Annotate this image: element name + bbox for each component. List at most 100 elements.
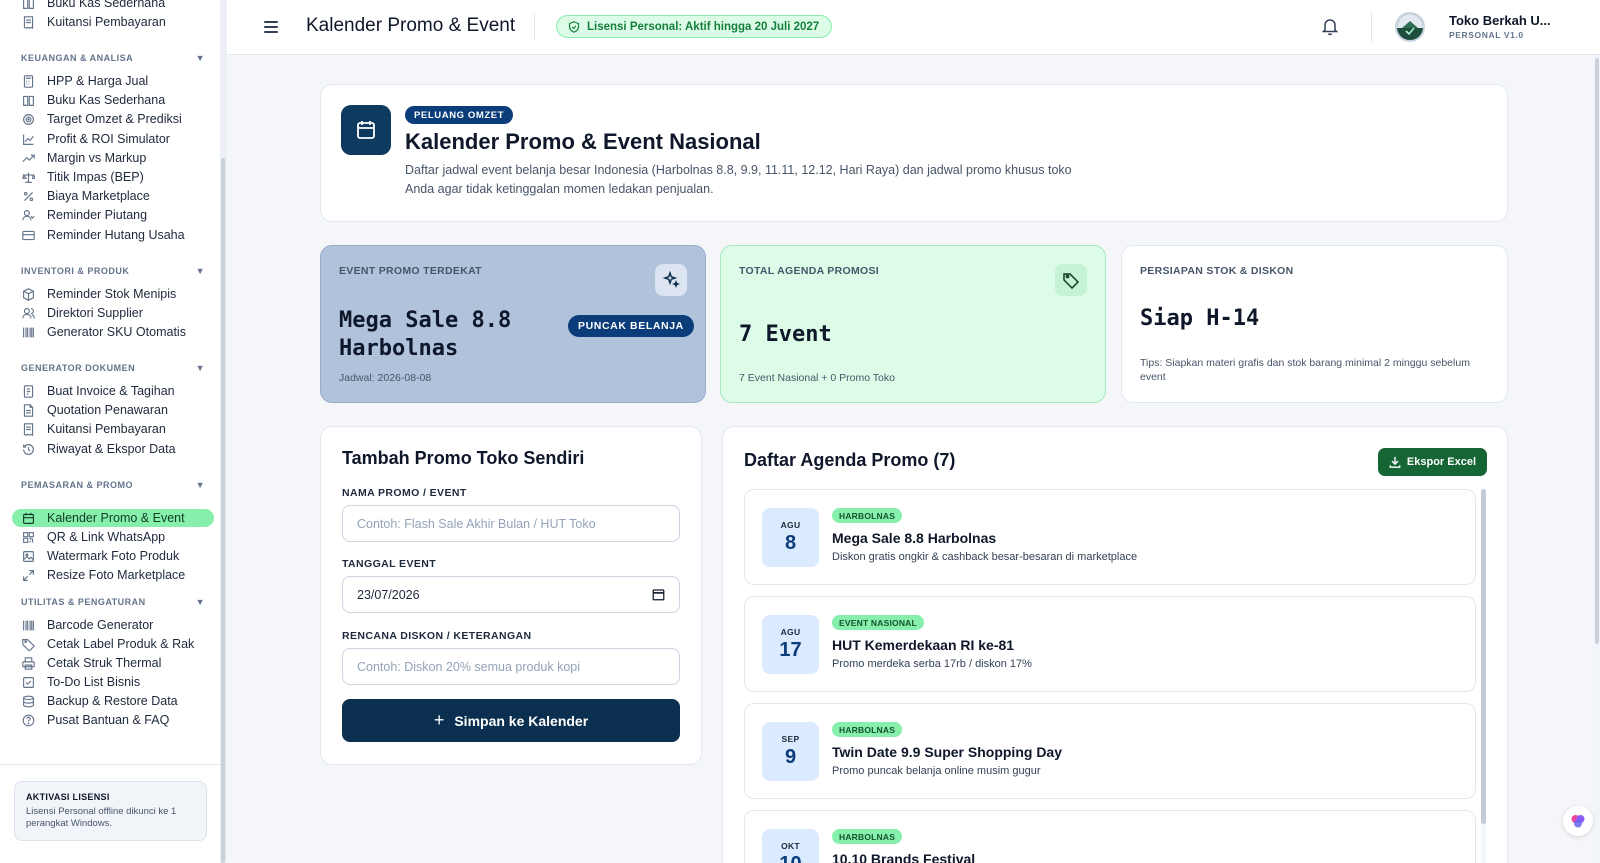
sidebar-item-hutang[interactable]: Reminder Hutang Usaha: [12, 226, 214, 244]
sidebar-item-supplier[interactable]: Direktori Supplier: [12, 304, 214, 322]
page-scrollbar-thumb[interactable]: [1595, 58, 1599, 644]
agenda-title: HUT Kemerdekaan RI ke-81: [832, 637, 1015, 653]
sidebar-item-barcode[interactable]: Barcode Generator: [12, 616, 214, 634]
sidebar-item-hpp[interactable]: HPP & Harga Jual: [12, 72, 214, 90]
agenda-title: 10.10 Brands Festival: [832, 851, 976, 863]
menu-icon[interactable]: [262, 18, 280, 36]
hero-description: Daftar jadwal event belanja besar Indone…: [405, 163, 1072, 196]
sidebar-divider: [0, 764, 220, 765]
topbar: Kalender Promo & Event Lisensi Personal:…: [227, 0, 1600, 55]
sidebar-item-kalender-promo[interactable]: Kalender Promo & Event: [12, 509, 214, 527]
agenda-list[interactable]: AGU 8 HARBOLNAS Mega Sale 8.8 Harbolnas …: [744, 489, 1479, 863]
tag-icon: [1055, 264, 1087, 296]
agenda-title: Twin Date 9.9 Super Shopping Day: [832, 744, 1062, 760]
agenda-desc: Promo merdeka serba 17rb / diskon 17%: [832, 658, 1032, 670]
calendar-picker-icon[interactable]: [652, 588, 665, 601]
sidebar-item-label: Kuitansi Pembayaran: [47, 15, 166, 29]
sidebar-item-sku[interactable]: Generator SKU Otomatis: [12, 323, 214, 341]
sidebar-item-qr-whatsapp[interactable]: QR & Link WhatsApp: [12, 528, 214, 546]
save-to-calendar-button[interactable]: + Simpan ke Kalender: [342, 699, 680, 742]
sidebar-item-label-rak[interactable]: Cetak Label Produk & Rak: [12, 635, 214, 653]
sidebar-item-resize[interactable]: Resize Foto Marketplace: [12, 566, 214, 584]
chart-line-icon: [22, 133, 35, 146]
book-icon: [22, 94, 35, 107]
sidebar-item-backup[interactable]: Backup & Restore Data: [12, 692, 214, 710]
sidebar-item-struk[interactable]: Cetak Struk Thermal: [12, 654, 214, 672]
user-version: PERSONAL V1.0: [1449, 30, 1524, 40]
box-icon: [22, 287, 35, 301]
agenda-title: Mega Sale 8.8 Harbolnas: [832, 530, 997, 546]
sidebar-item-buku-kas-top[interactable]: Buku Kas Sederhana: [12, 0, 214, 12]
sidebar-item-profit-roi[interactable]: Profit & ROI Simulator: [12, 130, 214, 148]
license-activation-box[interactable]: AKTIVASI LISENSI Lisensi Personal offlin…: [14, 781, 207, 841]
avatar[interactable]: [1395, 12, 1425, 42]
checkbox-icon: [22, 676, 35, 689]
sidebar-item-bantuan[interactable]: Pusat Bantuan & FAQ: [12, 711, 214, 729]
sidebar-item-label: Buku Kas Sederhana: [47, 0, 166, 10]
percent-icon: [22, 190, 35, 203]
promo-name-label: NAMA PROMO / EVENT: [342, 487, 467, 499]
resize-icon: [22, 569, 35, 582]
stat-label: TOTAL AGENDA PROMOSI: [739, 265, 879, 277]
calendar-icon: [22, 512, 35, 525]
section-header-utilitas[interactable]: UTILITAS & PENGATURAN ▼: [21, 597, 205, 607]
sidebar-item-margin[interactable]: Margin vs Markup: [12, 149, 214, 167]
promo-name-input[interactable]: Contoh: Flash Sale Akhir Bulan / HUT Tok…: [342, 505, 680, 542]
credit-card-icon: [22, 229, 35, 242]
sidebar-item-todo[interactable]: To-Do List Bisnis: [12, 673, 214, 691]
sidebar-item-piutang[interactable]: Reminder Piutang: [12, 206, 214, 224]
plus-icon: +: [433, 710, 445, 730]
discount-plan-input[interactable]: Contoh: Diskon 20% semua produk kopi: [342, 648, 680, 685]
section-header-dokumen[interactable]: GENERATOR DOKUMEN ▼: [21, 363, 205, 373]
user-name[interactable]: Toko Berkah U...: [1449, 13, 1551, 28]
add-promo-form: Tambah Promo Toko Sendiri NAMA PROMO / E…: [320, 426, 702, 765]
sidebar-item-kuitansi-top[interactable]: Kuitansi Pembayaran: [12, 13, 214, 31]
receipt-icon: [22, 15, 35, 29]
date-badge: AGU 17: [762, 615, 819, 674]
agenda-scrollbar-thumb[interactable]: [1481, 489, 1486, 824]
list-item[interactable]: OKT 10 HARBOLNAS 10.10 Brands Festival: [744, 810, 1476, 863]
sidebar-item-bep[interactable]: Titik Impas (BEP): [12, 168, 214, 186]
sidebar-item-buku-kas[interactable]: Buku Kas Sederhana: [12, 91, 214, 109]
users-icon: [22, 307, 35, 320]
section-header-keuangan[interactable]: KEUANGAN & ANALISA ▼: [21, 53, 205, 63]
sidebar-item-stok[interactable]: Reminder Stok Menipis: [12, 285, 214, 303]
sidebar-scroll-area: Buku Kas Sederhana Kuitansi Pembayaran K…: [0, 0, 220, 764]
date-badge: AGU 8: [762, 508, 819, 567]
hero-title: Kalender Promo & Event Nasional: [405, 129, 761, 154]
list-item[interactable]: SEP 9 HARBOLNAS Twin Date 9.9 Super Shop…: [744, 703, 1476, 799]
sidebar-item-invoice[interactable]: Buat Invoice & Tagihan: [12, 382, 214, 400]
sidebar-item-riwayat[interactable]: Riwayat & Ekspor Data: [12, 440, 214, 458]
sidebar-item-watermark[interactable]: Watermark Foto Produk: [12, 547, 214, 565]
topbar-divider: [1371, 12, 1372, 42]
trending-up-icon: [22, 152, 35, 165]
agenda-desc: Promo puncak belanja online musim gugur: [832, 765, 1041, 777]
sidebar-item-kuitansi[interactable]: Kuitansi Pembayaran: [12, 420, 214, 438]
total-agenda-value: 7 Event: [739, 322, 832, 347]
list-item[interactable]: AGU 17 EVENT NASIONAL HUT Kemerdekaan RI…: [744, 596, 1476, 692]
sidebar-item-biaya-marketplace[interactable]: Biaya Marketplace: [12, 187, 214, 205]
category-tag: HARBOLNAS: [832, 829, 903, 844]
sidebar-item-target-omzet[interactable]: Target Omzet & Prediksi: [12, 110, 214, 128]
section-header-inventori[interactable]: INVENTORI & PRODUK ▼: [21, 266, 205, 276]
sidebar-item-quotation[interactable]: Quotation Penawaran: [12, 401, 214, 419]
section-header-pemasaran[interactable]: PEMASARAN & PROMO ▼: [21, 480, 205, 490]
receipt-icon: [22, 422, 35, 436]
agenda-desc: Diskon gratis ongkir & cashback besar-be…: [832, 551, 1138, 563]
bell-icon[interactable]: [1320, 16, 1340, 36]
chevron-down-icon: ▼: [195, 597, 205, 607]
agenda-list-card: Daftar Agenda Promo (7) Ekspor Excel AGU…: [722, 426, 1508, 863]
sidebar-scrollbar-thumb[interactable]: [221, 158, 225, 863]
page-title: Kalender Promo & Event: [306, 15, 516, 36]
topbar-divider: [534, 14, 535, 40]
total-agenda-breakdown: 7 Event Nasional + 0 Promo Toko: [739, 372, 895, 384]
barcode-icon: [22, 619, 35, 632]
export-excel-button[interactable]: Ekspor Excel: [1377, 448, 1487, 476]
file-text-icon: [22, 403, 35, 417]
stat-label: PERSIAPAN STOK & DISKON: [1140, 265, 1294, 277]
list-item[interactable]: AGU 8 HARBOLNAS Mega Sale 8.8 Harbolnas …: [744, 489, 1476, 585]
category-tag: HARBOLNAS: [832, 722, 903, 737]
assistant-brain-icon[interactable]: [1563, 806, 1593, 836]
printer-icon: [22, 656, 35, 670]
event-date-input[interactable]: 23/07/2026: [342, 576, 680, 613]
